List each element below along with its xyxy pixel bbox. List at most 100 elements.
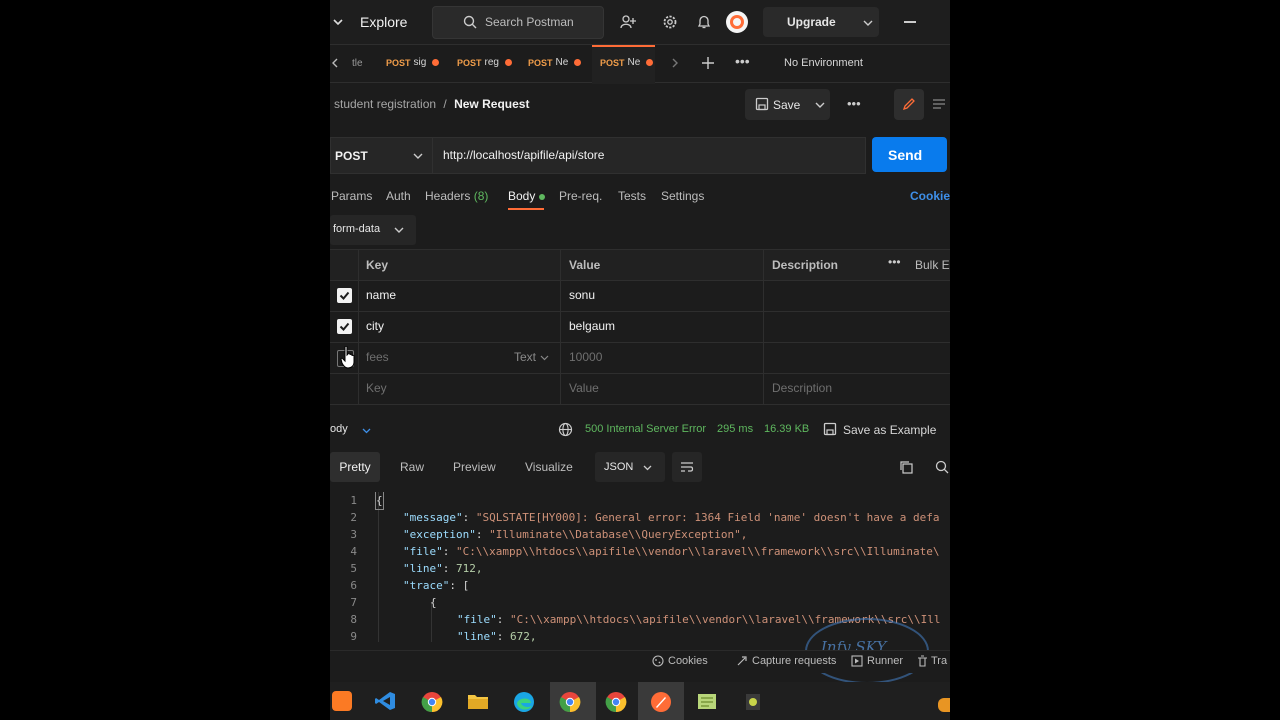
column-divider bbox=[560, 249, 561, 404]
minimize-icon[interactable] bbox=[904, 21, 916, 23]
postman-window: Explore Search Postman Upgrade tle POST s… bbox=[330, 0, 950, 720]
cookies-footer-link[interactable]: Cookies bbox=[668, 655, 708, 667]
column-value: Value bbox=[569, 258, 601, 272]
upgrade-button[interactable]: Upgrade bbox=[763, 7, 879, 37]
tab-item-active[interactable]: POST Ne bbox=[592, 45, 655, 84]
method-select[interactable]: POST bbox=[330, 137, 433, 174]
xampp-icon[interactable] bbox=[332, 691, 352, 711]
capture-requests-link[interactable]: Capture requests bbox=[752, 655, 836, 667]
row-value[interactable]: sonu bbox=[569, 280, 595, 311]
explore-link[interactable]: Explore bbox=[360, 14, 407, 30]
edge-icon[interactable] bbox=[513, 691, 535, 713]
body-type-select[interactable]: form-data bbox=[330, 215, 416, 245]
new-description-field[interactable]: Description bbox=[772, 373, 832, 404]
row-value[interactable]: 10000 bbox=[569, 342, 602, 373]
search-icon bbox=[463, 15, 477, 29]
chevron-right-icon[interactable] bbox=[671, 58, 679, 68]
tab-headers[interactable]: Headers (8) bbox=[425, 189, 488, 203]
notepad-icon[interactable] bbox=[697, 692, 717, 710]
tab-raw[interactable]: Raw bbox=[400, 452, 424, 482]
tab-item[interactable]: POST sig bbox=[376, 45, 442, 82]
trash-link[interactable]: Tra bbox=[931, 655, 947, 667]
postman-icon[interactable] bbox=[650, 691, 672, 713]
document-icon bbox=[933, 99, 945, 109]
tab-body[interactable]: Body bbox=[508, 189, 546, 203]
row-key[interactable]: name bbox=[366, 280, 396, 311]
column-options-icon[interactable]: ••• bbox=[888, 255, 901, 269]
row-type-select[interactable]: Text bbox=[514, 342, 536, 373]
gear-icon[interactable] bbox=[662, 14, 678, 30]
tab-item[interactable]: POST reg bbox=[447, 45, 513, 82]
row-key[interactable]: fees bbox=[366, 342, 389, 373]
tab-params[interactable]: Params bbox=[331, 189, 372, 203]
cookie-icon bbox=[652, 655, 664, 667]
format-select[interactable]: JSON bbox=[595, 452, 665, 482]
documentation-button[interactable] bbox=[928, 89, 950, 120]
tray-icon[interactable] bbox=[938, 698, 950, 712]
new-key-field[interactable]: Key bbox=[366, 373, 387, 404]
more-options-icon[interactable]: ••• bbox=[735, 53, 750, 69]
plus-icon[interactable] bbox=[702, 57, 714, 69]
tab-visualize[interactable]: Visualize bbox=[525, 452, 573, 482]
app-icon[interactable] bbox=[742, 691, 764, 713]
row-checkbox[interactable] bbox=[337, 319, 352, 334]
active-tab-underline bbox=[508, 208, 544, 210]
globe-icon[interactable] bbox=[558, 422, 573, 437]
save-icon bbox=[823, 422, 837, 436]
body-indicator-dot bbox=[539, 193, 546, 200]
save-button[interactable]: Save bbox=[745, 89, 830, 120]
chrome-icon[interactable] bbox=[421, 691, 443, 713]
send-button[interactable]: Send bbox=[872, 137, 947, 172]
breadcrumb-collection[interactable]: student registration bbox=[334, 97, 436, 111]
tab-preview[interactable]: Preview bbox=[453, 452, 496, 482]
new-value-field[interactable]: Value bbox=[569, 373, 599, 404]
chevron-down-icon bbox=[413, 153, 423, 159]
runner-link[interactable]: Runner bbox=[867, 655, 903, 667]
response-status-bar: ody 500 Internal Server Error 295 ms 16.… bbox=[330, 418, 950, 442]
save-icon bbox=[755, 97, 769, 111]
search-icon[interactable] bbox=[935, 460, 949, 474]
response-label[interactable]: ody bbox=[330, 423, 348, 435]
pencil-icon bbox=[902, 98, 915, 111]
chevron-left-icon[interactable] bbox=[331, 58, 339, 68]
table-row: name sonu bbox=[330, 280, 950, 312]
chrome-icon[interactable] bbox=[605, 691, 627, 713]
capture-icon bbox=[737, 656, 747, 666]
breadcrumb: student registration / New Request bbox=[334, 97, 530, 111]
tab-item[interactable]: POST Ne bbox=[518, 45, 584, 82]
cookies-link[interactable]: Cookie bbox=[910, 189, 950, 203]
indent-guide bbox=[378, 492, 379, 642]
tab-settings[interactable]: Settings bbox=[661, 189, 704, 203]
row-checkbox[interactable] bbox=[337, 288, 352, 303]
invite-user-icon[interactable] bbox=[620, 14, 636, 30]
tab-auth[interactable]: Auth bbox=[386, 189, 411, 203]
edit-button[interactable] bbox=[894, 89, 924, 120]
response-size[interactable]: 16.39 KB bbox=[764, 423, 809, 435]
chevron-down-icon[interactable] bbox=[333, 17, 343, 27]
url-input[interactable]: http://localhost/apifile/api/store bbox=[432, 137, 866, 174]
wrap-lines-icon bbox=[681, 462, 694, 472]
tab-tests[interactable]: Tests bbox=[618, 189, 646, 203]
chevron-down-icon bbox=[540, 355, 549, 361]
tab-prerequest[interactable]: Pre-req. bbox=[559, 189, 602, 203]
avatar[interactable] bbox=[726, 11, 748, 33]
more-actions-icon[interactable]: ••• bbox=[847, 96, 861, 111]
search-input[interactable]: Search Postman bbox=[432, 6, 604, 39]
environment-selector[interactable]: No Environment bbox=[784, 57, 863, 69]
unsaved-dot-icon bbox=[504, 59, 512, 66]
response-time[interactable]: 295 ms bbox=[717, 423, 753, 435]
bulk-edit-link[interactable]: Bulk E bbox=[915, 258, 950, 272]
row-value[interactable]: belgaum bbox=[569, 311, 615, 342]
save-as-example-button[interactable]: Save as Example bbox=[843, 423, 936, 437]
status-badge[interactable]: 500 Internal Server Error bbox=[585, 423, 706, 435]
chevron-down-icon[interactable] bbox=[362, 426, 371, 435]
vscode-icon[interactable] bbox=[374, 691, 396, 711]
bell-icon[interactable] bbox=[696, 14, 712, 30]
row-key[interactable]: city bbox=[366, 311, 384, 342]
tab-pretty[interactable]: Pretty bbox=[330, 452, 380, 482]
copy-icon[interactable] bbox=[899, 460, 913, 474]
file-explorer-icon[interactable] bbox=[467, 692, 489, 710]
response-tabs: Pretty Raw Preview Visualize JSON bbox=[330, 452, 950, 484]
wrap-lines-button[interactable] bbox=[672, 452, 702, 482]
chrome-icon[interactable] bbox=[559, 691, 581, 713]
